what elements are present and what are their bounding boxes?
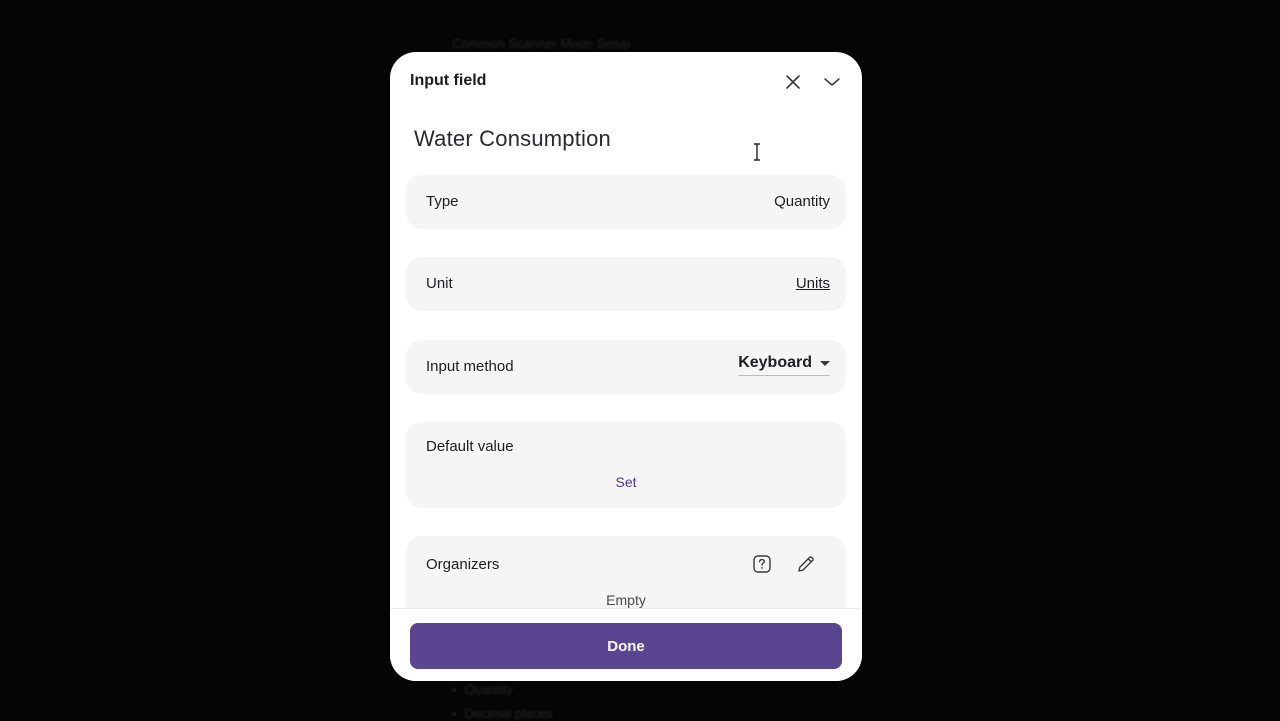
collapse-button[interactable]: [820, 70, 844, 94]
caret-down-icon: [820, 360, 830, 366]
type-row[interactable]: Type Quantity: [406, 175, 846, 229]
close-button[interactable]: [781, 70, 805, 94]
input-method-row: Input method Keyboard: [406, 340, 846, 394]
pencil-icon: [798, 556, 814, 572]
organizers-help-button[interactable]: [750, 552, 774, 576]
dialog-footer: Done: [390, 608, 862, 681]
unit-label: Unit: [426, 275, 453, 292]
background-list-item: • Decimal places: [452, 706, 553, 721]
default-value-row: Default value Set: [406, 422, 846, 508]
input-method-value: Keyboard: [738, 354, 812, 371]
unit-row: Unit Units: [406, 257, 846, 311]
organizers-label: Organizers: [426, 556, 500, 573]
done-button[interactable]: Done: [410, 623, 842, 669]
dialog-title: Input field: [410, 72, 487, 89]
input-field-dialog: Input field Water Consumption Type Quant…: [390, 52, 862, 681]
close-icon: [786, 75, 800, 89]
text-cursor-icon: [754, 143, 760, 161]
set-default-button[interactable]: Set: [406, 474, 846, 490]
dialog-header: Input field: [390, 52, 862, 112]
type-value: Quantity: [774, 193, 830, 210]
background-heading: Common Scanner Mode Setup: [452, 36, 631, 51]
chevron-down-icon: [824, 78, 840, 86]
organizers-empty-text: Empty: [606, 592, 646, 608]
help-icon: [753, 555, 771, 573]
background-list-item: • Quantity: [452, 682, 513, 697]
default-value-label: Default value: [426, 438, 514, 455]
unit-link[interactable]: Units: [796, 275, 830, 292]
type-label: Type: [426, 193, 459, 210]
input-method-label: Input method: [426, 358, 514, 375]
organizers-edit-button[interactable]: [794, 552, 818, 576]
field-name-input[interactable]: Water Consumption: [414, 126, 611, 152]
input-method-select[interactable]: Keyboard: [738, 354, 830, 376]
